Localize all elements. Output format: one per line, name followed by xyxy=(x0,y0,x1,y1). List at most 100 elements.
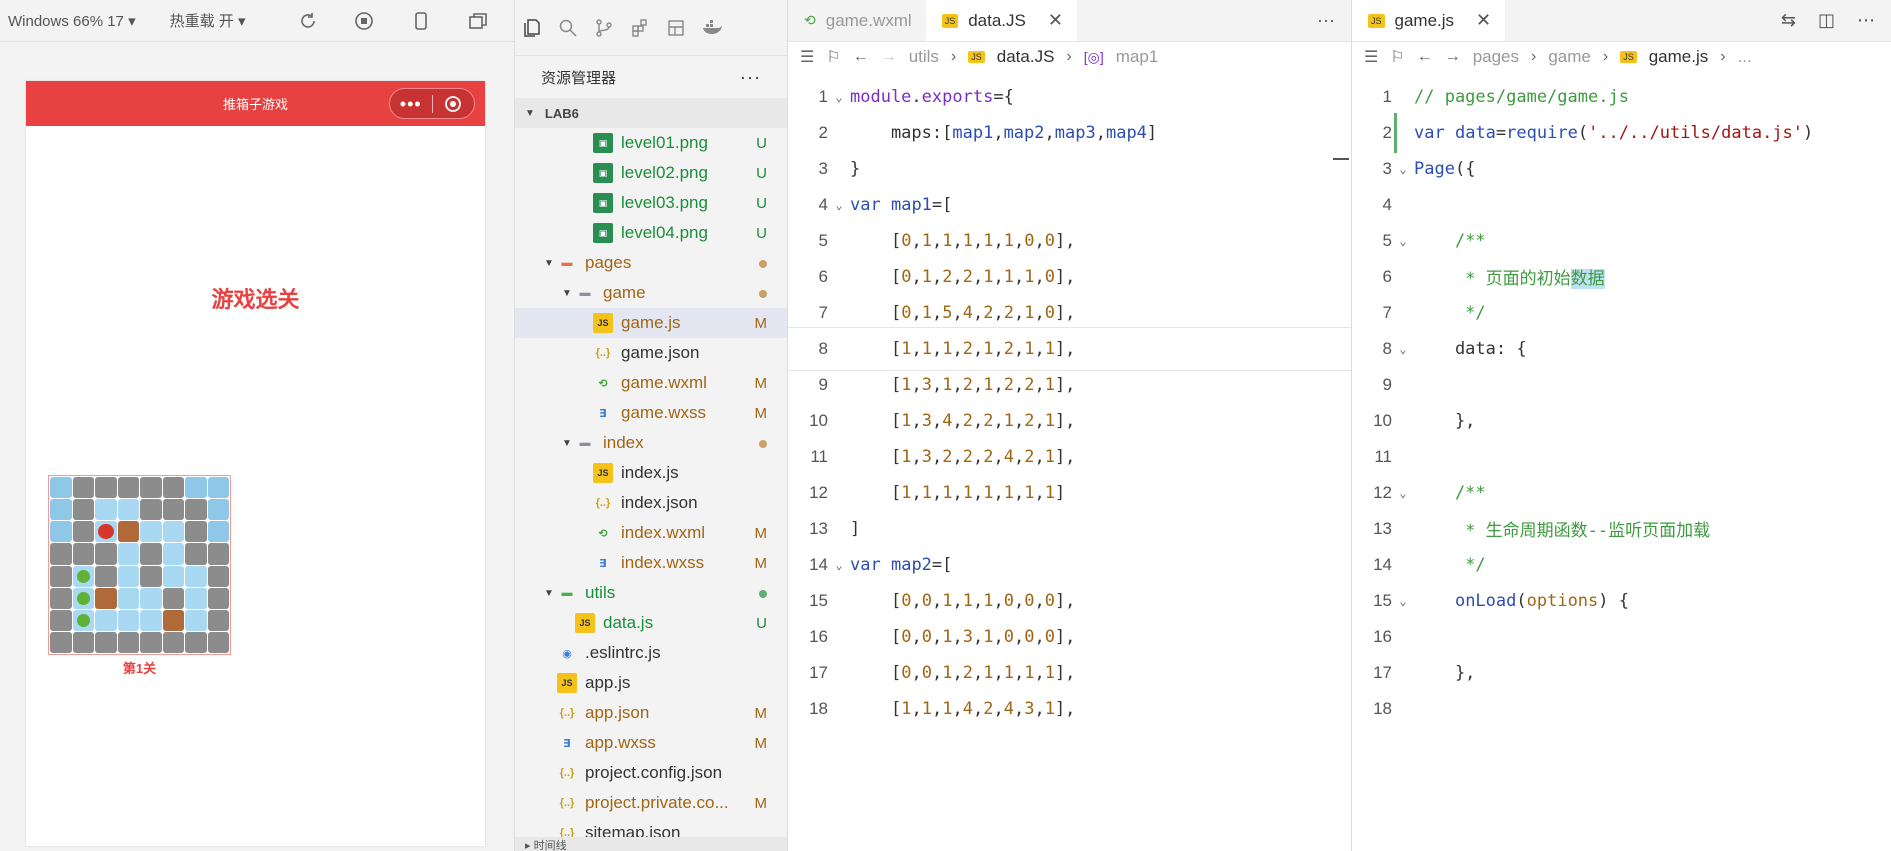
phone-icon[interactable] xyxy=(411,10,432,32)
editor-more-button[interactable]: ··· xyxy=(1317,10,1335,31)
code-text: onLoad(options) { xyxy=(1454,590,1629,611)
fold-chevron-icon[interactable]: ⌄ xyxy=(828,198,850,212)
docker-icon[interactable] xyxy=(701,17,723,39)
tree-item-pages[interactable]: ▼ ▬ pages xyxy=(515,248,787,278)
tab-game-js[interactable]: JS game.js ✕ xyxy=(1352,0,1506,41)
level-label[interactable]: 第1关 xyxy=(48,658,231,677)
board-cell xyxy=(185,631,207,653)
more-icon[interactable]: ⋯ xyxy=(1857,10,1875,31)
js-file-icon: JS xyxy=(968,51,985,63)
line-number: 7 xyxy=(1382,302,1392,322)
stop-icon[interactable] xyxy=(354,10,375,32)
outline-icon[interactable]: ☰ xyxy=(1364,47,1378,67)
forward-arrow-icon[interactable]: → xyxy=(881,48,897,66)
compare-icon[interactable]: ⇆ xyxy=(1781,10,1796,31)
board-cell xyxy=(162,499,184,521)
level-1-board[interactable] xyxy=(48,475,231,655)
tree-item-game-wxss[interactable]: ∃ game.wxss M xyxy=(515,398,787,428)
chevron-down-icon[interactable]: ▼ xyxy=(541,258,557,269)
board-cell xyxy=(72,521,94,543)
fold-chevron-icon[interactable]: ⌄ xyxy=(1392,162,1414,176)
tree-item-app-js[interactable]: JS app.js xyxy=(515,668,787,698)
chevron-down-icon[interactable]: ▼ xyxy=(559,288,575,299)
files-icon[interactable] xyxy=(521,17,543,39)
board-cell xyxy=(50,631,72,653)
tab-data-js[interactable]: JS data.JS ✕ xyxy=(925,0,1077,41)
window-icon[interactable] xyxy=(467,10,488,32)
fold-chevron-icon[interactable]: ⌄ xyxy=(1392,486,1414,500)
breadcrumb-file[interactable]: data.JS xyxy=(997,47,1055,67)
forward-arrow-icon[interactable]: → xyxy=(1445,48,1461,66)
tree-item-index[interactable]: ▼ ▬ index xyxy=(515,428,787,458)
layout-icon[interactable] xyxy=(665,17,687,39)
chevron-down-icon[interactable]: ▼ xyxy=(559,438,575,449)
fold-chevron-icon[interactable]: ⌄ xyxy=(828,558,850,572)
fold-chevron-icon[interactable]: ⌄ xyxy=(828,90,850,104)
scrollbar-indicator[interactable] xyxy=(1333,158,1349,160)
hot-reload-select[interactable]: 热重载 开 ▾ xyxy=(170,10,246,31)
tree-item-project-config-json[interactable]: {..} project.config.json xyxy=(515,758,787,788)
board-cell xyxy=(117,543,139,565)
tab-game-wxml[interactable]: ⟲ game.wxml xyxy=(788,0,926,41)
split-editor-icon[interactable]: ◫ xyxy=(1818,10,1835,31)
tree-item-utils[interactable]: ▼ ▬ utils xyxy=(515,578,787,608)
tree-item-level04-png[interactable]: ▣ level04.png U xyxy=(515,218,787,248)
project-header[interactable]: ▼ LAB6 xyxy=(515,98,787,128)
simulator-toolbar: Windows 66% 17 ▾ 热重载 开 ▾ xyxy=(0,0,514,42)
breadcrumb-more[interactable]: ... xyxy=(1738,47,1752,67)
tree-item--eslintrc-js[interactable]: ◉ .eslintrc.js xyxy=(515,638,787,668)
more-button[interactable]: ••• xyxy=(390,90,432,118)
tree-item-data-js[interactable]: JS data.js U xyxy=(515,608,787,638)
tree-item-game-js[interactable]: JS game.js M xyxy=(515,308,787,338)
line-number: 4 xyxy=(1382,194,1392,214)
line-number: 16 xyxy=(1373,626,1392,646)
back-arrow-icon[interactable]: ← xyxy=(1417,48,1433,66)
fold-chevron-icon[interactable]: ⌄ xyxy=(1392,342,1414,356)
tree-item-index-js[interactable]: JS index.js xyxy=(515,458,787,488)
breadcrumb-folder[interactable]: utils xyxy=(909,47,939,67)
line-number: 6 xyxy=(818,266,828,286)
breadcrumb-file[interactable]: game.js xyxy=(1649,47,1709,67)
source-control-icon[interactable] xyxy=(593,17,615,39)
code-line[interactable]: 18 xyxy=(1352,687,1891,731)
code-editor-game-js[interactable]: 1 // pages/game/game.js 2 var data=require(… xyxy=(1352,75,1891,851)
close-icon[interactable]: ✕ xyxy=(1476,10,1491,31)
folder-icon: ▬ xyxy=(579,437,591,449)
close-icon[interactable]: ✕ xyxy=(1048,10,1063,31)
tree-item-game-wxml[interactable]: ⟲ game.wxml M xyxy=(515,368,787,398)
tree-item-index-wxss[interactable]: ∃ index.wxss M xyxy=(515,548,787,578)
tree-item-index-json[interactable]: {..} index.json xyxy=(515,488,787,518)
tree-item-game[interactable]: ▼ ▬ game xyxy=(515,278,787,308)
code-editor-data-js[interactable]: 1 ⌄ module.exports={2 maps:[map1,map2,map3… xyxy=(788,75,1351,851)
git-status-badge: M xyxy=(754,704,768,722)
js-file-icon: JS xyxy=(557,673,577,693)
refresh-icon[interactable] xyxy=(297,10,318,32)
fold-chevron-icon[interactable]: ⌄ xyxy=(1392,234,1414,248)
tree-item-level03-png[interactable]: ▣ level03.png U xyxy=(515,188,787,218)
tree-item-level01-png[interactable]: ▣ level01.png U xyxy=(515,128,787,158)
outline-icon[interactable]: ☰ xyxy=(800,47,814,67)
bookmark-icon[interactable]: ⚐ xyxy=(826,47,840,67)
code-line[interactable]: 18 [1,1,1,4,2,4,3,1], xyxy=(788,687,1351,731)
timeline-section[interactable]: ▸ 时间线 xyxy=(515,837,787,851)
extensions-icon[interactable] xyxy=(629,17,651,39)
chevron-down-icon[interactable]: ▼ xyxy=(541,588,557,599)
tree-item-app-json[interactable]: {..} app.json M xyxy=(515,698,787,728)
tree-item-index-wxml[interactable]: ⟲ index.wxml M xyxy=(515,518,787,548)
fold-chevron-icon[interactable]: ⌄ xyxy=(1392,594,1414,608)
explorer-more-button[interactable]: ··· xyxy=(740,67,761,88)
bookmark-icon[interactable]: ⚐ xyxy=(1390,47,1404,67)
breadcrumb-folder[interactable]: game xyxy=(1548,47,1591,67)
tree-item-project-private-co-[interactable]: {..} project.private.co... M xyxy=(515,788,787,818)
breadcrumb-symbol[interactable]: map1 xyxy=(1116,47,1159,67)
search-icon[interactable] xyxy=(557,17,579,39)
tree-item-app-wxss[interactable]: ∃ app.wxss M xyxy=(515,728,787,758)
tree-item-game-json[interactable]: {..} game.json xyxy=(515,338,787,368)
tree-item-level02-png[interactable]: ▣ level02.png U xyxy=(515,158,787,188)
device-select[interactable]: Windows 66% 17 ▾ xyxy=(8,12,136,30)
board-cell xyxy=(95,477,117,499)
back-arrow-icon[interactable]: ← xyxy=(853,48,869,66)
code-text: [1,1,1,1,1,1,1,1] xyxy=(850,482,1066,503)
breadcrumb-folder[interactable]: pages xyxy=(1473,47,1519,67)
close-target-icon[interactable] xyxy=(433,95,475,113)
